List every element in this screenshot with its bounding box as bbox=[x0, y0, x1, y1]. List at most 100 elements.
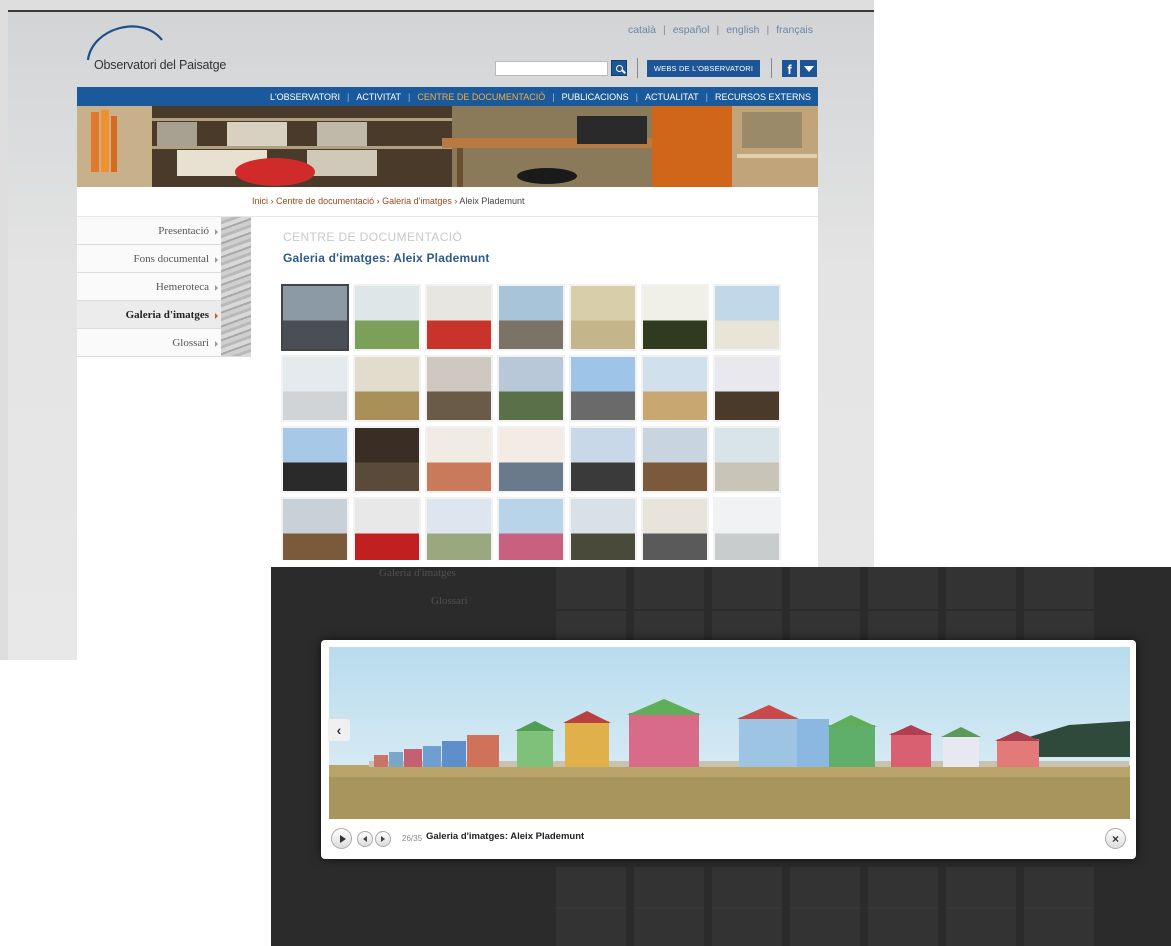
lightbox-prev-arrow[interactable]: ‹ bbox=[328, 719, 350, 741]
image-counter: 26/35 bbox=[402, 834, 423, 843]
next-button[interactable] bbox=[375, 831, 391, 847]
lightbox-controls: 26/35 Galeria d'imatges: Aleix Plademunt… bbox=[329, 824, 1130, 854]
breadcrumb-item[interactable]: Galeria d'imatges bbox=[382, 196, 452, 206]
gallery-thumbnail[interactable] bbox=[281, 284, 349, 351]
site-logo[interactable]: Observatori del Paisatge bbox=[82, 18, 242, 74]
arrow-right-icon bbox=[215, 285, 218, 291]
gallery-thumbnail[interactable] bbox=[713, 355, 781, 422]
chevron-left-icon: ‹ bbox=[336, 722, 342, 738]
gallery-thumbnail[interactable] bbox=[569, 497, 637, 560]
nav-activitat[interactable]: ACTIVITAT bbox=[349, 92, 408, 102]
breadcrumb-item[interactable]: Inici bbox=[252, 196, 268, 206]
gallery-thumbnail[interactable] bbox=[713, 497, 781, 560]
dimmed-thumbnail bbox=[1024, 567, 1094, 609]
header-divider bbox=[637, 58, 638, 78]
search-icon bbox=[615, 64, 623, 72]
dimmed-thumbnail bbox=[556, 567, 626, 609]
gallery-thumbnail[interactable] bbox=[641, 284, 709, 351]
gallery-title: Galeria d'imatges: Aleix Plademunt bbox=[283, 251, 490, 265]
webs-observatori-button[interactable]: WEBS DE L'OBSERVATORI bbox=[647, 60, 760, 77]
dimmed-thumbnail bbox=[712, 867, 782, 909]
arrow-right-icon bbox=[215, 313, 218, 319]
gallery-thumbnail[interactable] bbox=[353, 284, 421, 351]
gallery-thumbnail[interactable] bbox=[281, 497, 349, 560]
screenshot-composite: Observatori del Paisatge català | españo… bbox=[0, 0, 1171, 946]
lang-francais[interactable]: français bbox=[769, 24, 820, 36]
dimmed-thumbnail bbox=[712, 567, 782, 609]
breadcrumb-current: Aleix Plademunt bbox=[459, 196, 525, 206]
play-icon bbox=[339, 834, 346, 843]
thumbnail-grid bbox=[281, 284, 781, 560]
gallery-thumbnail[interactable] bbox=[641, 497, 709, 560]
gallery-thumbnail[interactable] bbox=[425, 426, 493, 493]
nav-publicacions[interactable]: PUBLICACIONS bbox=[555, 92, 636, 102]
gallery-thumbnail[interactable] bbox=[713, 426, 781, 493]
gallery-thumbnail[interactable] bbox=[497, 355, 565, 422]
arrow-right-icon bbox=[215, 257, 218, 263]
breadcrumb-item[interactable]: Centre de documentació bbox=[276, 196, 374, 206]
dimmed-thumbnail bbox=[712, 907, 782, 946]
nav-recursos-externs[interactable]: RECURSOS EXTERNS bbox=[708, 92, 818, 102]
search-input[interactable] bbox=[495, 61, 608, 76]
dimmed-thumbnail bbox=[868, 867, 938, 909]
dimmed-sidebar-item: Galeria d'imatges bbox=[379, 567, 456, 579]
nav-actualitat[interactable]: ACTUALITAT bbox=[638, 92, 706, 102]
dimmed-thumbnail bbox=[868, 907, 938, 946]
gallery-thumbnail[interactable] bbox=[641, 355, 709, 422]
gallery-thumbnail[interactable] bbox=[425, 284, 493, 351]
gallery-thumbnail[interactable] bbox=[569, 284, 637, 351]
gallery-thumbnail[interactable] bbox=[353, 355, 421, 422]
nav-centre-documentacio[interactable]: CENTRE DE DOCUMENTACIÓ bbox=[410, 92, 552, 102]
play-button[interactable] bbox=[331, 828, 352, 849]
close-button[interactable]: × bbox=[1105, 828, 1126, 849]
gallery-thumbnail[interactable] bbox=[497, 497, 565, 560]
lightbox-screenshot: Galeria d'imatges Glossari ‹ 26/35 Galer… bbox=[271, 567, 1171, 946]
header-divider bbox=[771, 58, 772, 78]
language-switcher: català | español | english | français bbox=[621, 24, 820, 36]
dimmed-thumbnail bbox=[790, 867, 860, 909]
gallery-thumbnail[interactable] bbox=[497, 284, 565, 351]
main-navigation: L'OBSERVATORI | ACTIVITAT | CENTRE DE DO… bbox=[77, 87, 818, 106]
gallery-thumbnail[interactable] bbox=[569, 355, 637, 422]
section-heading: CENTRE DE DOCUMENTACIÓ bbox=[283, 230, 463, 244]
lightbox-caption: Galeria d'imatges: Aleix Plademunt bbox=[426, 831, 585, 842]
breadcrumb: Inici › Centre de documentació › Galeria… bbox=[252, 196, 525, 206]
twitter-icon[interactable] bbox=[800, 60, 817, 77]
lang-english[interactable]: english bbox=[719, 24, 766, 36]
gallery-thumbnail[interactable] bbox=[713, 284, 781, 351]
search-button[interactable] bbox=[611, 60, 627, 76]
gallery-thumbnail[interactable] bbox=[641, 426, 709, 493]
gallery-thumbnail[interactable] bbox=[569, 426, 637, 493]
dimmed-thumbnail bbox=[946, 867, 1016, 909]
logo-text: Observatori del Paisatge bbox=[94, 58, 227, 72]
gallery-thumbnail[interactable] bbox=[353, 497, 421, 560]
gallery-thumbnail[interactable] bbox=[497, 426, 565, 493]
dimmed-thumbnail bbox=[634, 867, 704, 909]
lang-espanol[interactable]: español bbox=[666, 24, 717, 36]
gallery-thumbnail[interactable] bbox=[425, 355, 493, 422]
facebook-icon[interactable]: f bbox=[782, 60, 797, 77]
close-icon: × bbox=[1111, 831, 1119, 846]
dimmed-thumbnail bbox=[1024, 907, 1094, 946]
gallery-thumbnail[interactable] bbox=[281, 426, 349, 493]
dimmed-thumbnail bbox=[1024, 867, 1094, 909]
dimmed-thumbnail bbox=[556, 907, 626, 946]
nav-observatori[interactable]: L'OBSERVATORI bbox=[263, 92, 347, 102]
dimmed-thumbnail bbox=[556, 867, 626, 909]
next-icon bbox=[381, 836, 385, 842]
gallery-thumbnail[interactable] bbox=[425, 497, 493, 560]
dimmed-thumbnail bbox=[946, 567, 1016, 609]
dimmed-thumbnail bbox=[790, 567, 860, 609]
arrow-right-icon bbox=[215, 229, 218, 235]
lightbox-image bbox=[329, 647, 1130, 819]
dimmed-thumbnail bbox=[946, 907, 1016, 946]
arrow-right-icon bbox=[215, 341, 218, 347]
gallery-page-screenshot: Observatori del Paisatge català | españo… bbox=[0, 0, 874, 660]
logo-arc-icon bbox=[86, 25, 163, 61]
previous-button[interactable] bbox=[357, 831, 373, 847]
lang-catala[interactable]: català bbox=[621, 24, 663, 36]
gallery-thumbnail[interactable] bbox=[281, 355, 349, 422]
gallery-thumbnail[interactable] bbox=[353, 426, 421, 493]
sidebar-texture-image bbox=[221, 217, 251, 356]
header-banner-image bbox=[77, 106, 818, 187]
